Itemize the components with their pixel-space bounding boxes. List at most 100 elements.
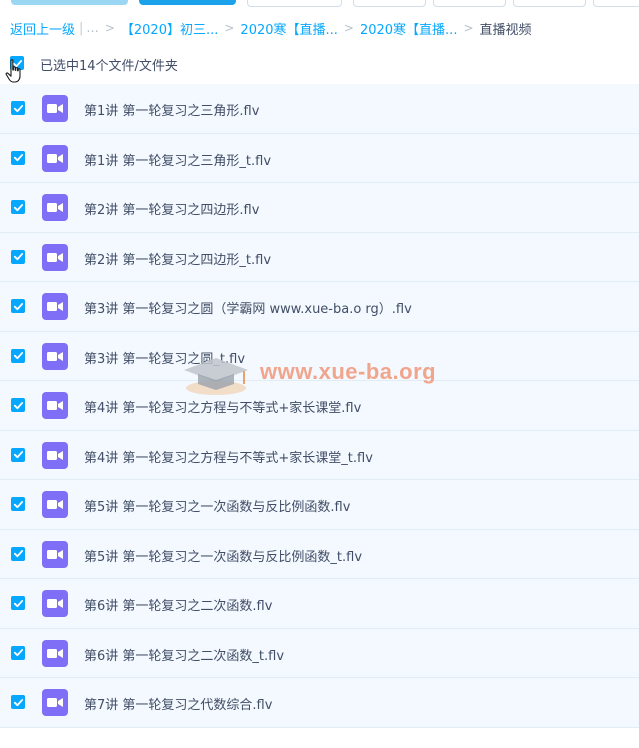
row-checkbox[interactable] — [11, 348, 25, 363]
video-camera-icon — [47, 450, 63, 460]
breadcrumb-item-1[interactable]: 【2020】初三... — [121, 19, 218, 38]
video-file-icon — [42, 441, 68, 469]
file-name[interactable]: 第3讲 第一轮复习之圆_t.flv — [84, 348, 245, 367]
file-name[interactable]: 第3讲 第一轮复习之圆（学霸网 www.xue-ba.o rg）.flv — [84, 298, 412, 317]
file-name[interactable]: 第4讲 第一轮复习之方程与不等式+家长课堂_t.flv — [84, 447, 373, 466]
video-file-icon — [42, 293, 68, 320]
video-camera-icon — [47, 648, 63, 658]
file-row[interactable]: 第4讲 第一轮复习之方程与不等式+家长课堂_t.flv — [0, 430, 639, 480]
checkmark-icon — [13, 451, 23, 459]
file-browser: 返回上一级 | ... > 【2020】初三... > 2020寒【直播... … — [0, 0, 639, 748]
checkmark-icon — [13, 352, 23, 360]
checkmark-icon — [13, 253, 23, 261]
file-name[interactable]: 第7讲 第一轮复习之代数综合.flv — [84, 694, 272, 713]
toolbar-button-5[interactable] — [433, 0, 506, 7]
checkmark-icon — [13, 401, 23, 409]
row-checkbox[interactable] — [11, 546, 25, 561]
checkmark-icon — [13, 302, 23, 310]
video-file-icon — [42, 639, 68, 667]
video-camera-icon — [47, 500, 63, 509]
selection-count-text: 已选中14个文件/文件夹 — [40, 59, 178, 74]
file-row[interactable]: 第2讲 第一轮复习之四边形.flv — [0, 183, 639, 233]
hand-cursor-icon — [5, 59, 21, 83]
row-checkbox[interactable] — [11, 596, 25, 610]
file-row[interactable]: 第3讲 第一轮复习之圆_t.flv — [0, 331, 639, 381]
file-row[interactable]: 第2讲 第一轮复习之四边形_t.flv — [0, 232, 639, 282]
file-name[interactable]: 第2讲 第一轮复习之四边形_t.flv — [84, 249, 271, 268]
checkmark-icon — [13, 154, 23, 162]
row-checkbox[interactable] — [11, 200, 25, 214]
file-name[interactable]: 第5讲 第一轮复习之一次函数与反比例函数_t.flv — [84, 546, 362, 565]
chevron-right-icon: > — [224, 21, 235, 35]
file-list: 第1讲 第一轮复习之三角形.flv 第1讲 第一轮复习之三角形_t.flv 第2讲 … — [0, 84, 639, 728]
file-row[interactable]: 第7讲 第一轮复习之代数综合.flv — [0, 678, 639, 728]
video-file-icon — [42, 144, 68, 172]
video-camera-icon — [47, 599, 63, 608]
video-file-icon — [42, 689, 68, 716]
row-checkbox[interactable] — [11, 695, 25, 709]
breadcrumb-item-2[interactable]: 2020寒【直播... — [240, 19, 337, 38]
video-file-icon — [42, 194, 68, 221]
video-file-icon — [42, 491, 68, 518]
toolbar-button-1[interactable] — [11, 0, 128, 5]
file-row[interactable]: 第5讲 第一轮复习之一次函数与反比例函数_t.flv — [0, 529, 639, 579]
file-row[interactable]: 第1讲 第一轮复习之三角形.flv — [0, 84, 639, 134]
toolbar — [0, 0, 639, 7]
video-camera-icon — [47, 302, 63, 311]
video-camera-icon — [47, 401, 63, 410]
toolbar-button-7[interactable] — [593, 0, 639, 7]
checkmark-icon — [13, 550, 23, 558]
video-file-icon — [42, 243, 68, 271]
video-camera-icon — [47, 153, 63, 163]
video-camera-icon — [47, 104, 63, 113]
video-file-icon — [42, 342, 68, 370]
file-row[interactable]: 第6讲 第一轮复习之二次函数_t.flv — [0, 628, 639, 678]
file-row[interactable]: 第5讲 第一轮复习之一次函数与反比例函数.flv — [0, 480, 639, 530]
video-camera-icon — [47, 698, 63, 707]
checkmark-icon — [13, 203, 23, 211]
video-camera-icon — [47, 351, 63, 361]
video-camera-icon — [47, 252, 63, 262]
breadcrumb-item-3[interactable]: 2020寒【直播... — [360, 19, 457, 38]
checkmark-icon — [13, 599, 23, 607]
row-checkbox[interactable] — [11, 398, 25, 412]
row-checkbox[interactable] — [11, 645, 25, 660]
video-file-icon — [42, 392, 68, 419]
row-checkbox[interactable] — [11, 249, 25, 264]
toolbar-button-4[interactable] — [353, 0, 426, 7]
toolbar-button-3[interactable] — [247, 0, 342, 7]
file-row[interactable]: 第1讲 第一轮复习之三角形_t.flv — [0, 133, 639, 183]
file-name[interactable]: 第1讲 第一轮复习之三角形_t.flv — [84, 150, 271, 169]
checkmark-icon — [13, 698, 23, 706]
toolbar-button-2[interactable] — [139, 0, 236, 5]
chevron-right-icon: > — [104, 21, 115, 35]
file-name[interactable]: 第6讲 第一轮复习之二次函数.flv — [84, 595, 272, 614]
toolbar-button-6[interactable] — [513, 0, 586, 7]
file-name[interactable]: 第6讲 第一轮复习之二次函数_t.flv — [84, 645, 284, 664]
checkmark-icon — [13, 649, 23, 657]
selection-header: 已选中14个文件/文件夹 — [0, 48, 639, 80]
file-name[interactable]: 第4讲 第一轮复习之方程与不等式+家长课堂.flv — [84, 397, 361, 416]
breadcrumb: 返回上一级 | ... > 【2020】初三... > 2020寒【直播... … — [10, 18, 532, 38]
breadcrumb-ellipsis[interactable]: ... — [86, 21, 98, 36]
row-checkbox[interactable] — [11, 150, 25, 165]
video-file-icon — [42, 590, 68, 617]
checkmark-icon — [13, 500, 23, 508]
row-checkbox[interactable] — [11, 101, 25, 115]
file-name[interactable]: 第1讲 第一轮复习之三角形.flv — [84, 100, 259, 119]
file-row[interactable]: 第4讲 第一轮复习之方程与不等式+家长课堂.flv — [0, 381, 639, 431]
video-camera-icon — [47, 203, 63, 212]
row-checkbox[interactable] — [11, 497, 25, 511]
checkmark-icon — [13, 104, 23, 112]
back-link[interactable]: 返回上一级 — [10, 19, 75, 38]
breadcrumb-current: 直播视频 — [479, 22, 532, 38]
video-file-icon — [42, 540, 68, 568]
row-checkbox[interactable] — [11, 299, 25, 313]
file-row[interactable]: 第3讲 第一轮复习之圆（学霸网 www.xue-ba.o rg）.flv — [0, 282, 639, 332]
file-name[interactable]: 第5讲 第一轮复习之一次函数与反比例函数.flv — [84, 496, 350, 515]
file-name[interactable]: 第2讲 第一轮复习之四边形.flv — [84, 199, 259, 218]
row-checkbox[interactable] — [11, 447, 25, 462]
video-file-icon — [42, 95, 68, 122]
chevron-right-icon: > — [343, 21, 354, 35]
file-row[interactable]: 第6讲 第一轮复习之二次函数.flv — [0, 579, 639, 629]
